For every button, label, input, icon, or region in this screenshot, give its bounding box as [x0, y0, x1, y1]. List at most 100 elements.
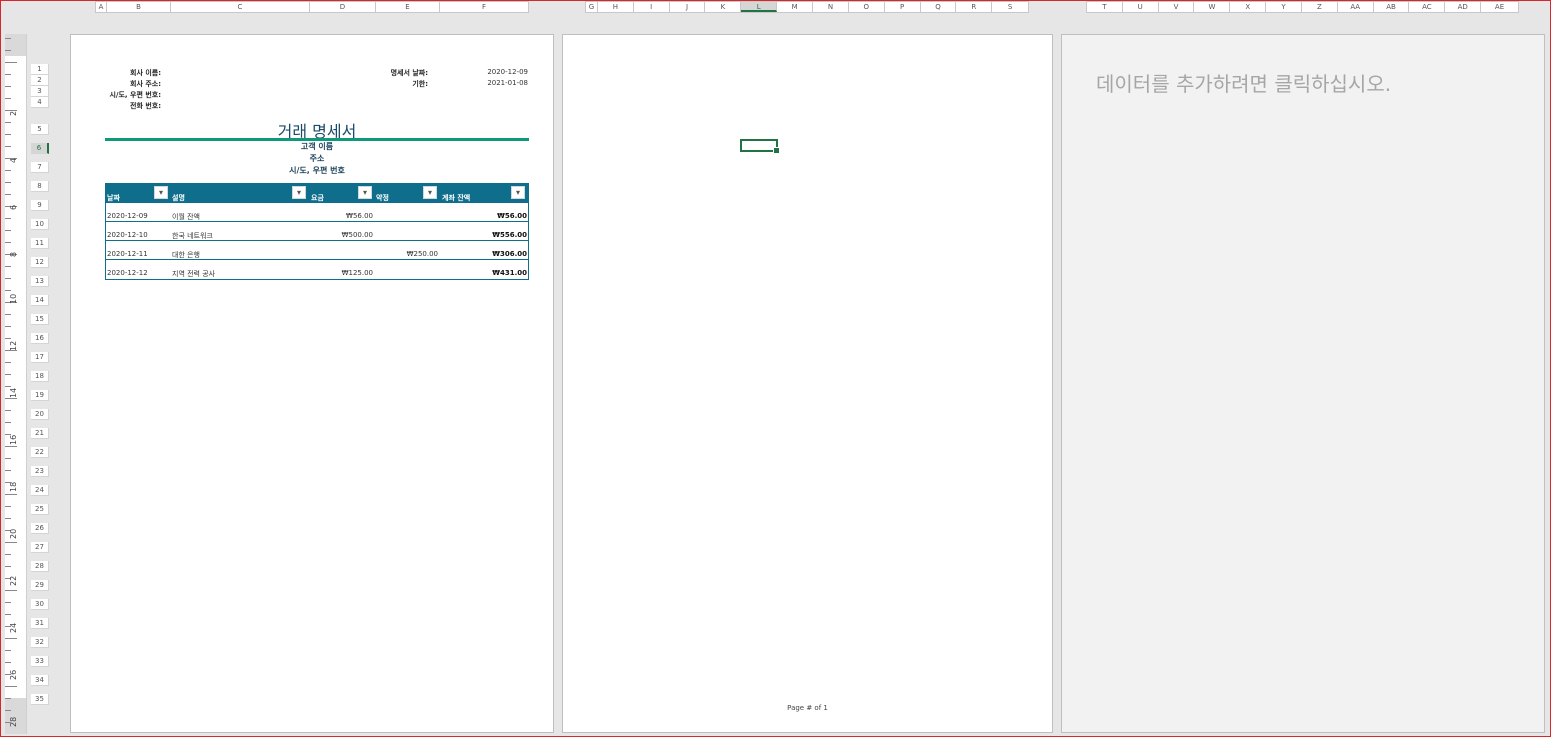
column-header-j[interactable]: J: [670, 2, 706, 12]
add-data-placeholder[interactable]: 데이터를 추가하려면 클릭하십시오.: [1096, 68, 1391, 97]
chevron-down-icon[interactable]: ▾: [511, 186, 525, 199]
statement-date[interactable]: 2020-12-09: [468, 68, 528, 76]
row-description[interactable]: 대한 은행: [172, 250, 200, 260]
row-header-10[interactable]: 10: [31, 219, 49, 230]
row-header-25[interactable]: 25: [31, 504, 49, 515]
row-header-27[interactable]: 27: [31, 542, 49, 553]
row-description[interactable]: 지역 전력 공사: [172, 269, 215, 279]
row-header-16[interactable]: 16: [31, 333, 49, 344]
column-header-ab[interactable]: AB: [1374, 2, 1410, 12]
row-header-8[interactable]: 8: [31, 181, 49, 192]
row-header-9[interactable]: 9: [31, 200, 49, 211]
due-date[interactable]: 2021-01-08: [468, 79, 528, 87]
column-header-aa[interactable]: AA: [1338, 2, 1374, 12]
row-balance[interactable]: ₩556.00: [442, 231, 527, 239]
header-balance[interactable]: 계좌 잔액: [442, 193, 470, 203]
column-header-ad[interactable]: AD: [1445, 2, 1482, 12]
row-header-20[interactable]: 20: [31, 409, 49, 420]
row-payment[interactable]: ₩250.00: [376, 250, 438, 258]
row-header-13[interactable]: 13: [31, 276, 49, 287]
row-header-12[interactable]: 12: [31, 257, 49, 268]
row-header-19[interactable]: 19: [31, 390, 49, 401]
row-charge[interactable]: ₩125.00: [310, 269, 373, 277]
row-header-17[interactable]: 17: [31, 352, 49, 363]
row-balance[interactable]: ₩56.00: [442, 212, 527, 220]
column-header-x[interactable]: X: [1230, 2, 1267, 12]
column-header-g[interactable]: G: [586, 2, 598, 12]
column-header-q[interactable]: Q: [921, 2, 957, 12]
column-header-n[interactable]: N: [813, 2, 849, 12]
row-header-2[interactable]: 2: [31, 75, 49, 86]
row-header-6[interactable]: 6: [31, 143, 49, 154]
column-header-l[interactable]: L: [741, 2, 778, 12]
active-cell-selection[interactable]: [740, 139, 780, 154]
column-header-m[interactable]: M: [777, 2, 814, 12]
column-header-c[interactable]: C: [171, 2, 310, 12]
table-row[interactable]: 2020-12-09 이월 잔액 ₩56.00 ₩56.00: [106, 203, 528, 222]
row-balance[interactable]: ₩306.00: [442, 250, 527, 258]
column-header-e[interactable]: E: [376, 2, 440, 12]
chevron-down-icon[interactable]: ▾: [154, 186, 168, 199]
table-row[interactable]: 2020-12-10 한국 네트워크 ₩500.00 ₩556.00: [106, 222, 528, 241]
column-header-t[interactable]: T: [1087, 2, 1123, 12]
row-header-35[interactable]: 35: [31, 694, 49, 705]
header-payment[interactable]: 약정: [376, 193, 389, 203]
row-header-34[interactable]: 34: [31, 675, 49, 686]
column-header-b[interactable]: B: [107, 2, 171, 12]
row-header-30[interactable]: 30: [31, 599, 49, 610]
row-header-26[interactable]: 26: [31, 523, 49, 534]
chevron-down-icon[interactable]: ▾: [423, 186, 437, 199]
column-header-y[interactable]: Y: [1266, 2, 1302, 12]
row-header-18[interactable]: 18: [31, 371, 49, 382]
row-header-33[interactable]: 33: [31, 656, 49, 667]
row-header-28[interactable]: 28: [31, 561, 49, 572]
column-header-r[interactable]: R: [956, 2, 993, 12]
column-header-w[interactable]: W: [1194, 2, 1231, 12]
column-header-o[interactable]: O: [849, 2, 885, 12]
row-charge[interactable]: ₩56.00: [310, 212, 373, 220]
row-header-7[interactable]: 7: [31, 162, 49, 173]
row-description[interactable]: 한국 네트워크: [172, 231, 213, 241]
column-header-s[interactable]: S: [992, 2, 1028, 12]
row-balance[interactable]: ₩431.00: [442, 269, 527, 277]
row-header-1[interactable]: 1: [31, 64, 49, 75]
row-header-23[interactable]: 23: [31, 466, 49, 477]
row-date[interactable]: 2020-12-11: [107, 250, 148, 258]
table-row[interactable]: 2020-12-11 대한 은행 ₩250.00 ₩306.00: [106, 241, 528, 260]
row-header-11[interactable]: 11: [31, 238, 49, 249]
row-header-22[interactable]: 22: [31, 447, 49, 458]
row-date[interactable]: 2020-12-12: [107, 269, 148, 277]
fill-handle[interactable]: [773, 147, 780, 154]
row-date[interactable]: 2020-12-10: [107, 231, 148, 239]
row-header-24[interactable]: 24: [31, 485, 49, 496]
row-header-5[interactable]: 5: [31, 124, 49, 135]
row-header-31[interactable]: 31: [31, 618, 49, 629]
row-description[interactable]: 이월 잔액: [172, 212, 200, 222]
header-charge[interactable]: 요금: [311, 193, 324, 203]
row-date[interactable]: 2020-12-09: [107, 212, 148, 220]
customer-city-zip[interactable]: 시/도, 우편 번호: [105, 165, 529, 176]
row-header-21[interactable]: 21: [31, 428, 49, 439]
page-3[interactable]: 데이터를 추가하려면 클릭하십시오.: [1061, 34, 1545, 733]
customer-address[interactable]: 주소: [105, 153, 529, 164]
row-header-29[interactable]: 29: [31, 580, 49, 591]
table-row[interactable]: 2020-12-12 지역 전력 공사 ₩125.00 ₩431.00: [106, 260, 528, 279]
column-header-v[interactable]: V: [1159, 2, 1195, 12]
chevron-down-icon[interactable]: ▾: [292, 186, 306, 199]
column-header-ae[interactable]: AE: [1481, 2, 1518, 12]
header-date[interactable]: 날짜: [107, 193, 120, 203]
column-header-h[interactable]: H: [598, 2, 634, 12]
column-header-u[interactable]: U: [1123, 2, 1159, 12]
row-header-32[interactable]: 32: [31, 637, 49, 648]
column-header-p[interactable]: P: [885, 2, 921, 12]
header-description[interactable]: 설명: [172, 193, 185, 203]
column-header-z[interactable]: Z: [1302, 2, 1338, 12]
column-header-k[interactable]: K: [705, 2, 742, 12]
column-header-f[interactable]: F: [440, 2, 528, 12]
column-header-ac[interactable]: AC: [1409, 2, 1446, 12]
row-header-3[interactable]: 3: [31, 86, 49, 97]
chevron-down-icon[interactable]: ▾: [358, 186, 372, 199]
row-header-4[interactable]: 4: [31, 97, 49, 108]
customer-name[interactable]: 고객 이름: [105, 141, 529, 152]
column-header-i[interactable]: I: [634, 2, 670, 12]
